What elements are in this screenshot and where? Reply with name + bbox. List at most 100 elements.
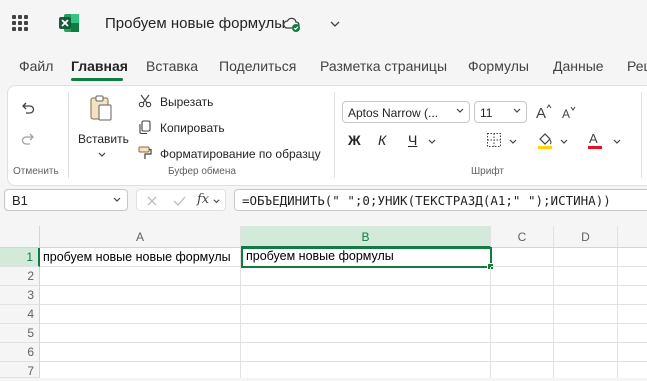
bold-button[interactable]: Ж — [348, 132, 361, 148]
cell-d2[interactable] — [554, 267, 618, 286]
cell-b7[interactable] — [241, 362, 491, 378]
tab-formulas[interactable]: Формулы — [468, 58, 529, 74]
row-header-7[interactable]: 7 — [0, 362, 40, 378]
row-header-4[interactable]: 4 — [0, 305, 40, 324]
format-painter-icon — [138, 146, 152, 159]
select-all-corner[interactable] — [0, 226, 40, 248]
column-header-d[interactable]: D — [554, 226, 618, 248]
cell-b4[interactable] — [241, 305, 491, 324]
row-header-2[interactable]: 2 — [0, 267, 40, 286]
cell-d4[interactable] — [554, 305, 618, 324]
chevron-down-icon[interactable] — [328, 17, 342, 31]
row-header-5[interactable]: 5 — [0, 324, 40, 343]
cell-d6[interactable] — [554, 343, 618, 362]
cell-c3[interactable] — [491, 286, 554, 305]
svg-text:A: A — [536, 105, 546, 120]
font-name-select[interactable]: Aptos Narrow (... — [342, 101, 470, 123]
increase-font-size-icon[interactable]: A — [535, 102, 553, 120]
underline-dropdown-icon[interactable] — [427, 137, 437, 147]
underline-button[interactable]: Ч — [408, 132, 417, 148]
cell-a2[interactable] — [40, 267, 241, 286]
font-color-dropdown-icon[interactable] — [612, 137, 622, 147]
title-bar — [0, 0, 647, 50]
cell-d7[interactable] — [554, 362, 618, 378]
chevron-down-icon — [513, 108, 521, 113]
row-header-3[interactable]: 3 — [0, 286, 40, 305]
enter-check-icon[interactable] — [173, 195, 186, 207]
italic-button[interactable]: К — [378, 132, 386, 148]
insert-function-button[interactable]: fx — [197, 192, 209, 207]
cell-b2[interactable] — [241, 267, 491, 286]
cell-b1[interactable]: пробуем новые формулы — [241, 247, 492, 268]
group-divider — [68, 92, 69, 178]
cell-e5[interactable] — [618, 324, 647, 343]
paste-dropdown-icon[interactable] — [97, 150, 107, 160]
cancel-icon[interactable] — [146, 195, 158, 207]
cell-e7[interactable] — [618, 362, 647, 378]
cell-a4[interactable] — [40, 305, 241, 324]
name-box[interactable]: B1 — [4, 189, 128, 211]
tab-share[interactable]: Поделиться — [219, 58, 296, 74]
tab-review[interactable]: Рец — [627, 58, 647, 74]
tab-data[interactable]: Данные — [553, 58, 604, 74]
fill-color-icon[interactable] — [536, 130, 554, 150]
copy-button[interactable]: Копировать — [160, 121, 225, 135]
row-header-1[interactable]: 1 — [0, 248, 40, 267]
column-header-b[interactable]: B — [241, 226, 491, 248]
app-launcher-icon[interactable] — [12, 15, 28, 31]
undo-icon[interactable] — [20, 100, 36, 116]
redo-icon[interactable] — [20, 131, 36, 147]
cell-b6[interactable] — [241, 343, 491, 362]
cell-c2[interactable] — [491, 267, 554, 286]
tab-file[interactable]: Файл — [19, 58, 53, 74]
cell-e1[interactable] — [618, 248, 647, 267]
cell-a5[interactable] — [40, 324, 241, 343]
column-header-a[interactable]: A — [40, 226, 241, 248]
cell-d3[interactable] — [554, 286, 618, 305]
cell-c5[interactable] — [491, 324, 554, 343]
tab-home[interactable]: Главная — [71, 58, 128, 74]
font-size-select[interactable]: 11 — [474, 101, 527, 123]
document-title[interactable]: Пробуем новые формулы — [105, 15, 285, 32]
cell-e4[interactable] — [618, 305, 647, 324]
excel-logo-icon — [59, 14, 79, 32]
chevron-down-icon[interactable] — [212, 197, 221, 206]
scissors-icon — [138, 94, 152, 108]
font-name-value: Aptos Narrow (... — [348, 106, 439, 120]
column-header-c[interactable]: C — [491, 226, 554, 248]
cut-button[interactable]: Вырезать — [160, 95, 213, 109]
formula-input[interactable]: =ОБЪЕДИНИТЬ(" ";0;УНИК(ТЕКСТРАЗД(A1;" ")… — [234, 189, 647, 211]
cell-b3[interactable] — [241, 286, 491, 305]
cell-e3[interactable] — [618, 286, 647, 305]
name-box-value: B1 — [12, 193, 28, 208]
cell-a6[interactable] — [40, 343, 241, 362]
cell-d1[interactable] — [554, 248, 618, 267]
column-header-e[interactable] — [618, 226, 647, 248]
fill-color-dropdown-icon[interactable] — [559, 137, 569, 147]
paste-button[interactable]: Вставить — [78, 132, 129, 146]
group-divider — [334, 92, 335, 178]
tab-insert[interactable]: Вставка — [146, 58, 198, 74]
row-header-6[interactable]: 6 — [0, 343, 40, 362]
cloud-saved-icon[interactable] — [282, 14, 302, 34]
cell-c6[interactable] — [491, 343, 554, 362]
cell-a1[interactable]: пробуем новые новые формулы — [40, 248, 241, 267]
cell-c4[interactable] — [491, 305, 554, 324]
cell-b5[interactable] — [241, 324, 491, 343]
cell-a3[interactable] — [40, 286, 241, 305]
font-color-icon[interactable]: A — [587, 130, 603, 150]
tab-page-layout[interactable]: Разметка страницы — [320, 58, 447, 74]
undo-group-label: Отменить — [13, 166, 59, 177]
borders-dropdown-icon[interactable] — [508, 137, 518, 147]
cell-e6[interactable] — [618, 343, 647, 362]
format-painter-button[interactable]: Форматирование по образцу — [160, 147, 321, 161]
cell-c1[interactable] — [491, 248, 554, 267]
formula-actions: fx — [136, 189, 226, 211]
cell-c7[interactable] — [491, 362, 554, 378]
paste-icon[interactable] — [88, 94, 114, 122]
decrease-font-size-icon[interactable]: A — [561, 104, 577, 120]
cell-a7[interactable] — [40, 362, 241, 378]
cell-d5[interactable] — [554, 324, 618, 343]
cell-e2[interactable] — [618, 267, 647, 286]
borders-icon[interactable] — [486, 132, 502, 148]
